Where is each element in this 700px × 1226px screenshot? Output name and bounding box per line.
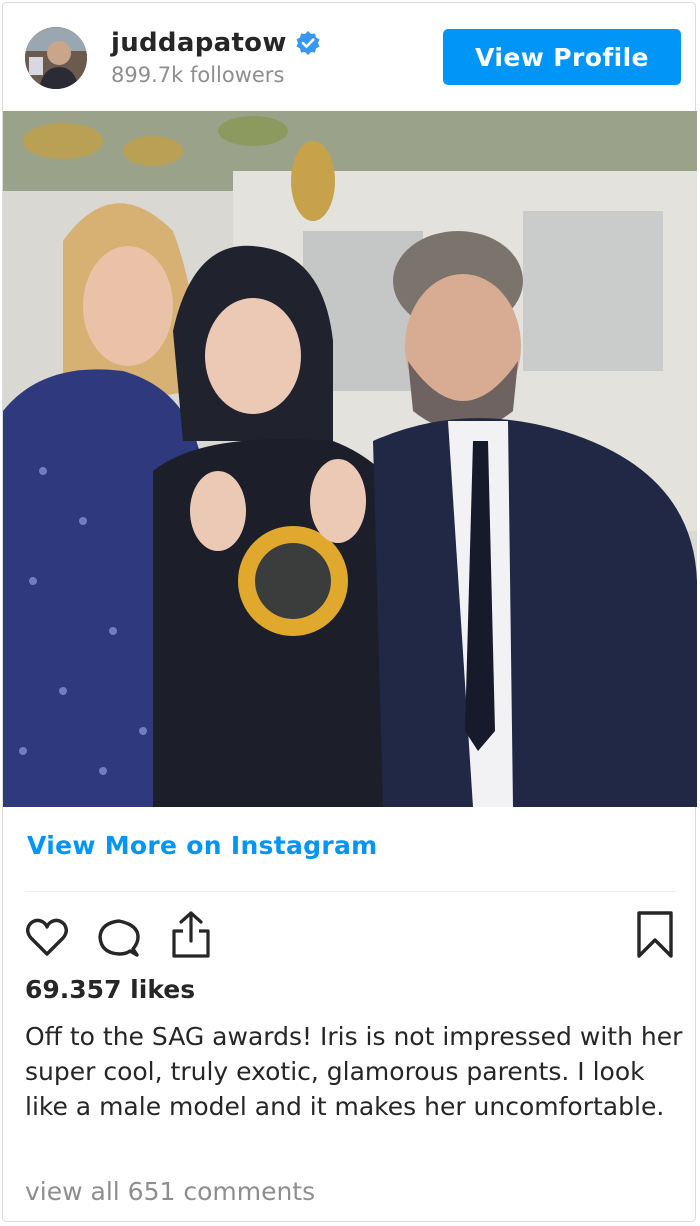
divider (25, 891, 677, 892)
verified-badge-icon (296, 31, 320, 55)
username-row: juddapatow (111, 25, 321, 61)
profile-avatar[interactable] (25, 27, 87, 89)
post-photo[interactable] (3, 111, 697, 807)
avatar-image (25, 27, 87, 89)
heart-icon[interactable] (23, 913, 71, 961)
view-profile-button[interactable]: View Profile (443, 29, 681, 85)
view-comments-link[interactable]: view all 651 comments (25, 1177, 315, 1206)
bookmark-icon[interactable] (633, 909, 677, 961)
share-icon[interactable] (167, 909, 215, 961)
post-header: juddapatow 899.7k followers View Profile (3, 3, 697, 111)
comment-icon[interactable] (95, 913, 143, 961)
instagram-embed-card: juddapatow 899.7k followers View Profile (2, 2, 697, 1222)
follower-count: 899.7k followers (111, 63, 285, 87)
post-image (3, 111, 697, 807)
likes-count: 69.357 likes (25, 975, 196, 1004)
view-more-link[interactable]: View More on Instagram (27, 831, 378, 860)
username-link[interactable]: juddapatow (111, 28, 287, 58)
post-caption: Off to the SAG awards! Iris is not impre… (25, 1022, 683, 1121)
